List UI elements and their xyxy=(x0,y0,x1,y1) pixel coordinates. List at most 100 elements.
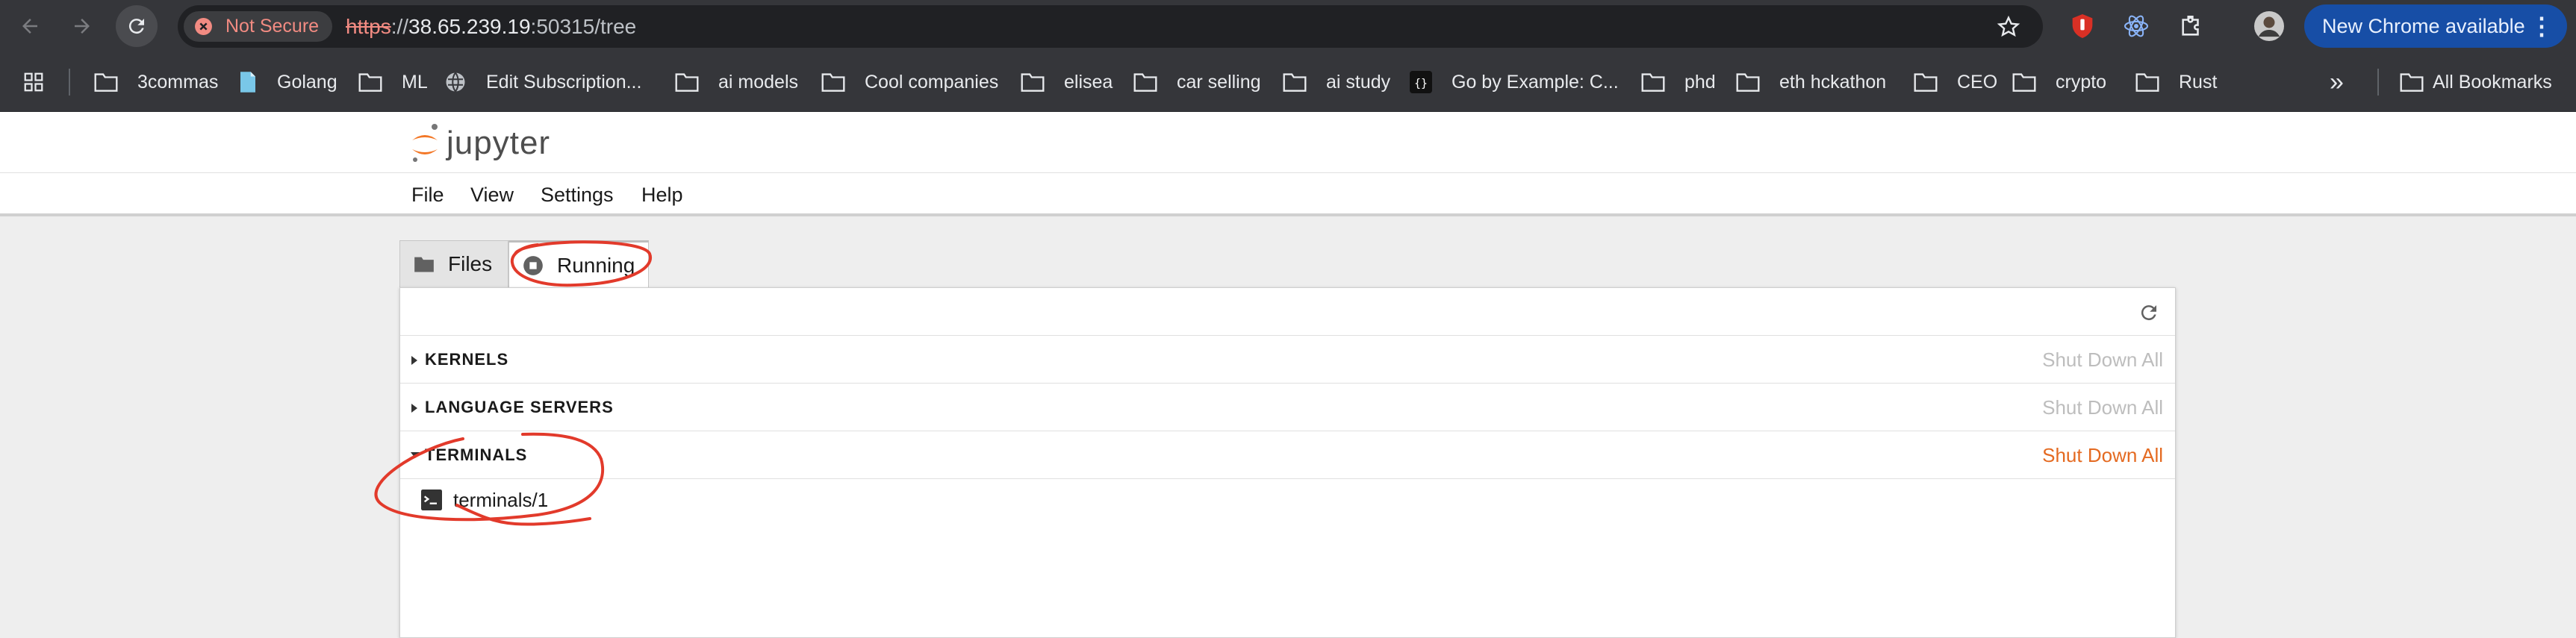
globe-icon xyxy=(444,71,476,93)
not-secure-label: Not Secure xyxy=(225,16,320,37)
panel-toolbar xyxy=(400,288,2175,336)
reload-icon xyxy=(128,19,144,34)
star-icon xyxy=(1997,15,2020,37)
svg-text:{}: {} xyxy=(1414,76,1428,90)
new-chrome-available-button[interactable]: New Chrome available ⋮ xyxy=(2304,4,2567,48)
update-label: New Chrome available xyxy=(2322,15,2525,37)
bookmark-item[interactable]: ML xyxy=(358,67,428,97)
folder-icon xyxy=(1021,72,1054,92)
extension-react-button[interactable] xyxy=(2119,9,2153,43)
back-button[interactable] xyxy=(9,5,51,47)
bookmark-label: crypto xyxy=(2056,71,2107,93)
section-terminals[interactable]: TERMINALS Shut Down All xyxy=(400,431,2175,479)
folder-icon xyxy=(1283,72,1316,92)
caret-right-icon xyxy=(411,404,417,413)
bookmark-label: phd xyxy=(1684,71,1716,93)
bookmark-star-button[interactable] xyxy=(1997,15,2020,43)
bookmarks-overflow-button[interactable]: » xyxy=(2330,67,2344,97)
not-secure-chip[interactable]: Not Secure xyxy=(184,11,333,42)
bookmark-item[interactable]: car selling xyxy=(1133,67,1261,97)
bookmark-item[interactable]: phd xyxy=(1641,67,1716,97)
bookmark-item[interactable]: ai models xyxy=(675,67,798,97)
shield-icon xyxy=(2072,14,2093,38)
bookmark-item[interactable]: Cool companies xyxy=(821,67,998,97)
bookmark-label: ML xyxy=(402,71,428,93)
jupyter-logo-icon xyxy=(412,124,438,162)
caret-right-icon xyxy=(411,356,417,365)
bookmark-label: ai models xyxy=(718,71,798,93)
puzzle-icon xyxy=(2182,15,2199,36)
menu-view[interactable]: View xyxy=(470,173,514,216)
terminal-item[interactable]: terminals/1 xyxy=(400,481,2175,519)
folder-icon xyxy=(1914,72,1947,92)
jupyter-logo-text: jupyter xyxy=(447,125,551,161)
bookmark-label: ai study xyxy=(1326,71,1391,93)
apps-grid-icon xyxy=(24,72,43,92)
terminal-item-label: terminals/1 xyxy=(453,489,549,511)
apps-button[interactable] xyxy=(22,67,54,97)
folder-icon xyxy=(1133,72,1166,92)
tab-files-label: Files xyxy=(448,252,493,275)
bookmark-item[interactable]: Golang xyxy=(238,67,337,97)
avatar-icon xyxy=(2254,11,2284,41)
bookmark-item[interactable]: Edit Subscription... xyxy=(444,67,641,97)
bookmark-item[interactable]: eth hckathon xyxy=(1736,67,1886,97)
terminal-icon xyxy=(421,490,442,510)
page-icon xyxy=(238,71,267,93)
folder-icon xyxy=(94,72,127,92)
shut-down-all-button[interactable]: Shut Down All xyxy=(2042,336,2163,384)
bookmark-item[interactable]: {} Go by Example: C... xyxy=(1410,67,1619,97)
bookmarks-divider xyxy=(69,69,70,96)
section-kernels[interactable]: KERNELS Shut Down All xyxy=(400,336,2175,384)
section-title: KERNELS xyxy=(425,350,509,369)
bookmark-label: Edit Subscription... xyxy=(486,71,642,93)
folder-icon xyxy=(358,72,391,92)
folder-icon xyxy=(2400,73,2424,92)
bookmark-item[interactable]: crypto xyxy=(2012,67,2106,97)
bookmark-label: 3commas xyxy=(137,71,219,93)
shut-down-all-button[interactable]: Shut Down All xyxy=(2042,384,2163,431)
bookmark-item[interactable]: CEO xyxy=(1914,67,1997,97)
url-text[interactable]: https://38.65.239.19:50315/tree xyxy=(346,5,636,48)
refresh-icon xyxy=(2141,305,2156,321)
menu-settings[interactable]: Settings xyxy=(541,173,614,216)
all-bookmarks-label: All Bookmarks xyxy=(2433,71,2552,93)
bookmark-label: Rust xyxy=(2179,71,2218,93)
bookmark-item[interactable]: 3commas xyxy=(94,67,218,97)
address-bar[interactable]: Not Secure https://38.65.239.19:50315/tr… xyxy=(178,5,2043,48)
section-title: TERMINALS xyxy=(425,445,528,464)
bookmark-item[interactable]: Rust xyxy=(2135,67,2217,97)
url-scheme: https xyxy=(346,15,391,38)
caret-down-icon xyxy=(411,452,420,458)
chrome-menu-icon[interactable]: ⋮ xyxy=(2530,4,2554,48)
folder-icon xyxy=(414,257,434,272)
bookmark-item[interactable]: ai study xyxy=(1283,67,1390,97)
shut-down-all-button[interactable]: Shut Down All xyxy=(2042,431,2163,479)
bookmark-label: Golang xyxy=(277,71,337,93)
bookmark-item[interactable]: elisea xyxy=(1021,67,1113,97)
folder-icon xyxy=(2012,72,2045,92)
extension-shield-button[interactable] xyxy=(2065,9,2100,43)
refresh-button[interactable] xyxy=(2138,301,2160,324)
tab-running-label: Running xyxy=(557,254,635,277)
forward-arrow-icon xyxy=(75,19,90,34)
profile-avatar-button[interactable] xyxy=(2252,9,2286,43)
forward-button[interactable] xyxy=(61,5,103,47)
folder-icon xyxy=(1641,72,1674,92)
section-language-servers[interactable]: LANGUAGE SERVERS Shut Down All xyxy=(400,384,2175,431)
bookmark-label: Go by Example: C... xyxy=(1452,71,1619,93)
reload-button[interactable] xyxy=(116,5,158,47)
menu-file[interactable]: File xyxy=(411,173,444,216)
jupyter-menubar: File View Settings Help xyxy=(0,173,2576,216)
tab-files[interactable]: Files xyxy=(399,240,508,287)
url-host: 38.65.239.19 xyxy=(408,15,531,38)
extensions-button[interactable] xyxy=(2174,9,2209,43)
folder-icon xyxy=(2135,72,2168,92)
url-rest: :50315/tree xyxy=(530,15,637,38)
tab-running[interactable]: Running xyxy=(508,240,649,289)
all-bookmarks-button[interactable]: All Bookmarks xyxy=(2400,67,2552,97)
menu-help[interactable]: Help xyxy=(641,173,683,216)
jupyter-logo[interactable]: jupyter xyxy=(409,121,550,166)
section-title: LANGUAGE SERVERS xyxy=(425,398,614,416)
browser-toolbar: Not Secure https://38.65.239.19:50315/tr… xyxy=(0,0,2576,52)
